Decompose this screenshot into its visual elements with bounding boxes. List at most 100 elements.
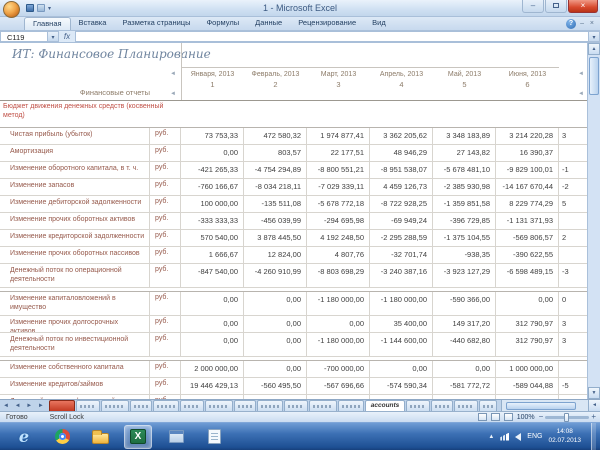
worksheet[interactable]: ИТ: Финансовое Планирование ◄ ◄ ◄ ◄ Фина… (0, 43, 600, 399)
ribbon-tab-5[interactable]: Данные (247, 17, 290, 30)
zoom-in-icon[interactable]: + (591, 413, 596, 421)
zoom-level[interactable]: 100% (517, 414, 535, 421)
row-unit[interactable]: руб. (150, 264, 181, 287)
cell-value[interactable]: -1 180 000,00 (370, 292, 433, 315)
row-unit[interactable]: руб. (150, 213, 181, 229)
cell-value[interactable]: 2 000 000,00 (181, 361, 244, 377)
minimize-button[interactable]: – (522, 0, 544, 13)
row-label[interactable]: Изменение кредитов/займов (0, 378, 150, 394)
cell-value[interactable]: 803,57 (244, 145, 307, 161)
row-unit[interactable]: руб. (150, 292, 181, 315)
ribbon-tab-3[interactable]: Разметка страницы (114, 17, 198, 30)
clock[interactable]: 14:08 02.07.2013 (548, 428, 581, 445)
help-icon[interactable]: ? (566, 19, 576, 29)
sheet-tab[interactable] (454, 400, 478, 411)
row-unit[interactable]: руб. (150, 316, 181, 332)
cell-value[interactable]: -135 511,08 (244, 196, 307, 212)
row-label[interactable]: Изменение прочих долгосрочных активов (0, 316, 150, 332)
outline-collapse-icon[interactable]: ◄ (578, 91, 584, 97)
row-label[interactable]: Изменение прочих оборотных активов (0, 213, 150, 229)
cell-value[interactable]: 100 000,00 (181, 196, 244, 212)
sheet-tab[interactable] (180, 400, 204, 411)
cell-value[interactable]: -1 359 851,58 (433, 196, 496, 212)
language-indicator[interactable]: ENG (527, 433, 542, 440)
namebox-dropdown-icon[interactable]: ▾ (48, 31, 59, 42)
page-layout-view-icon[interactable] (491, 413, 500, 421)
cell-value[interactable]: 0,00 (181, 333, 244, 356)
row-unit[interactable]: руб. (150, 230, 181, 246)
row-label[interactable]: Амортизация (0, 145, 150, 161)
cell-value[interactable]: -333 333,33 (181, 213, 244, 229)
cell-value[interactable]: -581 772,72 (433, 378, 496, 394)
cell-value[interactable]: -847 540,00 (181, 264, 244, 287)
cell-value[interactable]: 3 348 183,89 (433, 128, 496, 144)
cell-value[interactable]: -294 695,98 (307, 213, 370, 229)
row-unit[interactable]: руб. (150, 196, 181, 212)
month-header[interactable]: Февраль, 20132 (244, 71, 307, 89)
taskbar-app-chrome[interactable] (48, 425, 76, 449)
cell-value[interactable]: -421 265,33 (181, 162, 244, 178)
cell-value[interactable]: 472 580,32 (244, 128, 307, 144)
cell-value[interactable]: 12 824,00 (244, 247, 307, 263)
volume-icon[interactable] (515, 433, 521, 441)
formula-input[interactable] (75, 31, 588, 42)
cell-value[interactable]: 4 192 248,50 (307, 230, 370, 246)
cell-value[interactable]: 3 362 205,62 (370, 128, 433, 144)
cell-value[interactable]: -589 044,88 (496, 378, 559, 394)
cell-value[interactable]: 570 540,00 (181, 230, 244, 246)
cell-value[interactable]: -1 375 104,55 (433, 230, 496, 246)
cell-value[interactable]: 312 790,97 (496, 316, 559, 332)
cell-value[interactable]: 0,00 (307, 316, 370, 332)
cell-value[interactable]: 19 446 429,13 (181, 378, 244, 394)
row-label[interactable]: Чистая прибыль (убыток) (0, 128, 150, 144)
taskbar-app-document[interactable] (200, 425, 228, 449)
taskbar-app-internet-explorer[interactable]: e (10, 425, 38, 449)
sheet-tab[interactable] (338, 400, 364, 411)
month-header[interactable]: Января, 20131 (181, 71, 244, 89)
cell-value[interactable]: -2 385 930,98 (433, 179, 496, 195)
cell-value[interactable]: 3 214 220,28 (496, 128, 559, 144)
sheet-tab[interactable] (234, 400, 256, 411)
office-button-icon[interactable] (3, 1, 20, 18)
cell-value[interactable]: -8 722 928,25 (370, 196, 433, 212)
cell-value[interactable]: -2 295 288,59 (370, 230, 433, 246)
cell-value[interactable]: 312 790,97 (496, 333, 559, 356)
sheet-tab[interactable] (431, 400, 453, 411)
cell-value[interactable]: 4 807,76 (307, 247, 370, 263)
sheet-tab[interactable] (479, 400, 497, 411)
sheet-tab[interactable] (257, 400, 283, 411)
tray-expand-icon[interactable]: ▲ (488, 434, 494, 440)
month-header[interactable]: Май, 20135 (433, 71, 496, 89)
cell-value[interactable]: -8 800 551,21 (307, 162, 370, 178)
cell-value[interactable]: -700 000,00 (307, 361, 370, 377)
ribbon-tab-7[interactable]: Вид (364, 17, 394, 30)
cell-value[interactable]: -6 598 489,15 (496, 264, 559, 287)
taskbar-app-excel[interactable]: X (124, 425, 152, 449)
row-unit[interactable]: руб. (150, 179, 181, 195)
taskbar-app-notes[interactable] (162, 425, 190, 449)
cell-value[interactable]: -8 951 538,07 (370, 162, 433, 178)
normal-view-icon[interactable] (478, 413, 487, 421)
cell-value[interactable]: -14 167 670,44 (496, 179, 559, 195)
cell-value[interactable]: 27 143,82 (433, 145, 496, 161)
month-header[interactable]: Апрель, 20134 (370, 71, 433, 89)
cell-value[interactable]: -7 029 339,11 (307, 179, 370, 195)
sheet-tab[interactable] (130, 400, 152, 411)
month-header[interactable]: Июня, 20136 (496, 71, 559, 89)
ribbon-tab-4[interactable]: Формулы (198, 17, 247, 30)
row-label[interactable]: Изменение капиталовложений в имущество (0, 292, 150, 315)
sheet-tab[interactable] (101, 400, 129, 411)
cell-value[interactable]: -456 039,99 (244, 213, 307, 229)
cell-value[interactable]: -1 180 000,00 (307, 333, 370, 356)
row-unit[interactable]: руб. (150, 333, 181, 356)
name-box[interactable]: C119 (0, 31, 48, 42)
cell-value[interactable]: -3 923 127,29 (433, 264, 496, 287)
cell-value[interactable]: 0,00 (370, 361, 433, 377)
insert-function-icon[interactable]: fx (59, 31, 75, 42)
zoom-thumb[interactable] (564, 413, 569, 422)
cell-value[interactable]: -396 729,85 (433, 213, 496, 229)
outline-collapse-icon[interactable]: ◄ (578, 71, 584, 77)
cell-value[interactable]: -590 366,00 (433, 292, 496, 315)
scrollbar-thumb[interactable] (589, 57, 599, 95)
cell-value[interactable]: -4 260 910,99 (244, 264, 307, 287)
